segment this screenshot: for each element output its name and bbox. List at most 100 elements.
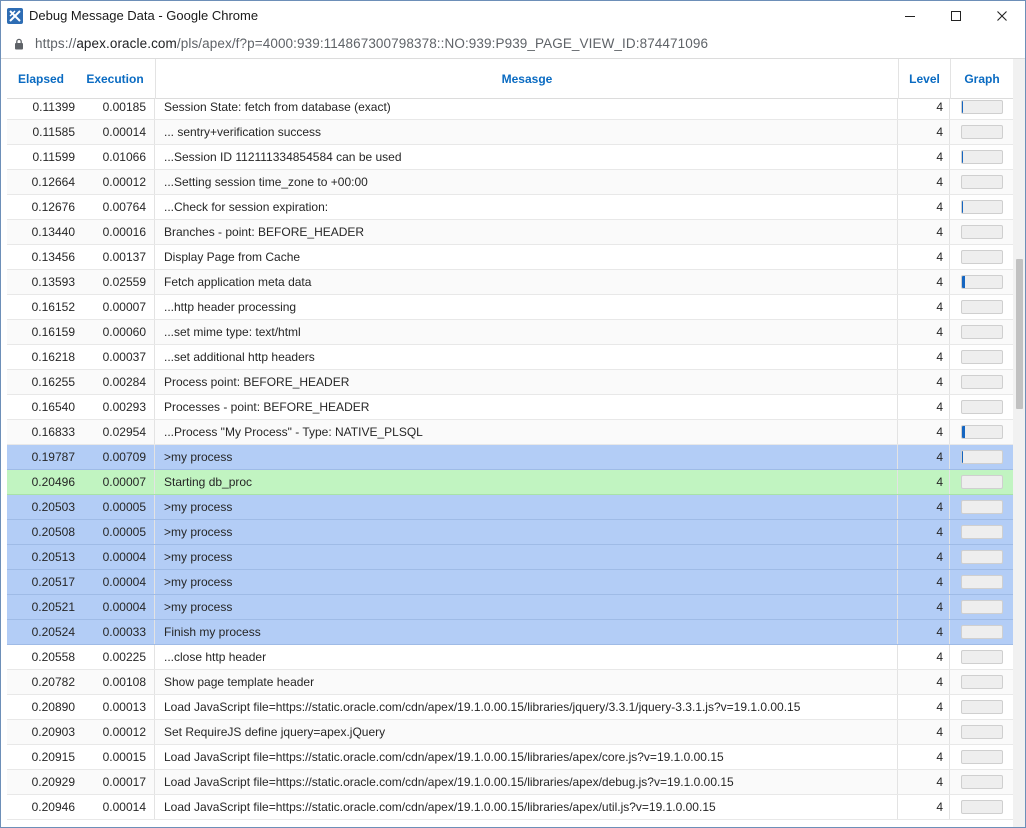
graph-bar [961, 750, 1003, 764]
table-row[interactable]: 0.13593 0.02559 Fetch application meta dat… [7, 270, 1013, 295]
table-row[interactable]: 0.13440 0.00016 Branches - point: BEFORE_H… [7, 220, 1013, 245]
table-row[interactable]: 0.12664 0.00012 ...Setting session time_zo… [7, 170, 1013, 195]
table-row[interactable]: 0.16255 0.00284 Process point: BEFORE_HEAD… [7, 370, 1013, 395]
execution-cell: 0.00033 [75, 620, 155, 644]
level-cell: 4 [898, 445, 950, 469]
table-row[interactable]: 0.20513 0.00004 >my process 4 [7, 545, 1013, 570]
elapsed-cell: 0.12664 [31, 175, 75, 189]
execution-cell: 0.02954 [75, 420, 155, 444]
execution-cell: 0.00012 [75, 720, 155, 744]
table-row[interactable]: 0.20496 0.00007 Starting db_proc 4 [7, 470, 1013, 495]
table-row[interactable]: 0.20782 0.00108 Show page template header 4 [7, 670, 1013, 695]
table-row[interactable]: 0.16540 0.00293 Processes - point: BEFORE_… [7, 395, 1013, 420]
header-message[interactable]: Mesasge [155, 59, 898, 99]
graph-cell [950, 545, 1013, 569]
elapsed-cell: 0.20782 [31, 675, 75, 689]
execution-cell: 0.00137 [75, 245, 155, 269]
graph-bar [961, 725, 1003, 739]
window-title: Debug Message Data - Google Chrome [29, 8, 259, 23]
table-row[interactable]: 0.20524 0.00033 Finish my process 4 [7, 620, 1013, 645]
url-text[interactable]: https://apex.oracle.com/pls/apex/f?p=400… [35, 36, 708, 51]
level-cell: 4 [898, 745, 950, 769]
table-row[interactable]: 0.11599 0.01066 ...Session ID 112111334854… [7, 145, 1013, 170]
table-row[interactable]: 0.16152 0.00007 ...http header processing 4 [7, 295, 1013, 320]
url-host: apex.oracle.com [76, 36, 177, 51]
lock-icon [15, 38, 23, 50]
execution-cell: 0.00108 [75, 670, 155, 694]
graph-bar [961, 325, 1003, 339]
message-cell: Load JavaScript file=https://static.orac… [155, 770, 898, 794]
elapsed-cell: 0.16833 [31, 425, 75, 439]
graph-cell [950, 520, 1013, 544]
minimize-button[interactable] [887, 1, 933, 31]
execution-cell: 0.00007 [75, 470, 155, 494]
scrollbar-thumb[interactable] [1016, 259, 1023, 409]
graph-cell [950, 345, 1013, 369]
graph-bar [961, 125, 1003, 139]
table-row[interactable]: 0.20946 0.00014 Load JavaScript file=https… [7, 795, 1013, 820]
level-cell: 4 [898, 320, 950, 344]
vertical-scrollbar[interactable] [1013, 59, 1025, 827]
message-cell: ...set mime type: text/html [155, 320, 898, 344]
graph-cell [950, 795, 1013, 819]
level-cell: 4 [898, 370, 950, 394]
execution-cell: 0.00016 [75, 220, 155, 244]
table-row[interactable]: 0.16218 0.00037 ...set additional http hea… [7, 345, 1013, 370]
table-row[interactable]: 0.11585 0.00014... sentry+verification su… [7, 120, 1013, 145]
graph-bar [961, 100, 1003, 114]
table-row[interactable]: 0.20521 0.00004 >my process 4 [7, 595, 1013, 620]
message-cell: ...Check for session expiration: [155, 195, 898, 219]
minimize-icon [905, 16, 915, 17]
table-row[interactable]: 0.20508 0.00005 >my process 4 [7, 520, 1013, 545]
table-row[interactable]: 0.20890 0.00013 Load JavaScript file=https… [7, 695, 1013, 720]
graph-bar [961, 675, 1003, 689]
graph-cell [950, 420, 1013, 444]
maximize-button[interactable] [933, 1, 979, 31]
table-row[interactable]: 0.20929 0.00017 Load JavaScript file=https… [7, 770, 1013, 795]
message-cell: Load JavaScript file=https://static.orac… [155, 795, 898, 819]
elapsed-cell: 0.11599 [32, 150, 76, 164]
message-cell: Show page template header [155, 670, 898, 694]
address-bar[interactable]: https://apex.oracle.com/pls/apex/f?p=400… [1, 31, 1025, 57]
header-execution[interactable]: Execution [75, 59, 155, 99]
execution-cell: 0.00225 [75, 645, 155, 669]
table-row[interactable]: 0.20915 0.00015 Load JavaScript file=https… [7, 745, 1013, 770]
level-cell: 4 [898, 220, 950, 244]
graph-bar [961, 625, 1003, 639]
message-cell: ... sentry+verification success [155, 120, 898, 144]
level-cell: 4 [898, 170, 950, 194]
header-elapsed[interactable]: Elapsed [7, 59, 75, 99]
table-row[interactable]: 0.20903 0.00012 Set RequireJS define jquer… [7, 720, 1013, 745]
message-cell: Load JavaScript file=https://static.orac… [155, 695, 898, 719]
graph-bar [961, 250, 1003, 264]
level-cell: 4 [898, 695, 950, 719]
message-cell: Finish my process [155, 620, 898, 644]
graph-bar-fill [962, 151, 964, 163]
table-row[interactable]: 0.20517 0.00004 >my process 4 [7, 570, 1013, 595]
table-row[interactable]: 0.16159 0.00060 ...set mime type: text/htm… [7, 320, 1013, 345]
level-cell: 4 [898, 120, 950, 144]
table-row[interactable]: 0.20503 0.00005 >my process 4 [7, 495, 1013, 520]
table-row[interactable]: 0.16833 0.02954 ...Process "My Process" - … [7, 420, 1013, 445]
apex-debug-app-icon [7, 8, 23, 24]
graph-bar [961, 775, 1003, 789]
level-cell: 4 [898, 720, 950, 744]
graph-bar [961, 350, 1003, 364]
level-cell: 4 [898, 295, 950, 319]
graph-cell [950, 120, 1013, 144]
table-row[interactable]: 0.20558 0.00225 ...close http header 4 [7, 645, 1013, 670]
table-row[interactable]: 0.13456 0.00137 Display Page from Cache 4 [7, 245, 1013, 270]
execution-cell: 0.00709 [75, 445, 155, 469]
graph-bar-fill [962, 426, 966, 438]
execution-cell: 0.00004 [75, 570, 155, 594]
execution-cell: 0.00037 [75, 345, 155, 369]
level-cell: 4 [898, 570, 950, 594]
level-cell: 4 [898, 245, 950, 269]
header-level[interactable]: Level [898, 59, 950, 99]
message-cell: Set RequireJS define jquery=apex.jQuery [155, 720, 898, 744]
header-graph[interactable]: Graph [950, 59, 1013, 99]
close-button[interactable] [979, 1, 1025, 31]
table-row[interactable]: 0.12676 0.00764 ...Check for session expir… [7, 195, 1013, 220]
table-row[interactable]: 0.19787 0.00709 >my process 4 [7, 445, 1013, 470]
title-bar[interactable]: Debug Message Data - Google Chrome [1, 1, 1025, 31]
